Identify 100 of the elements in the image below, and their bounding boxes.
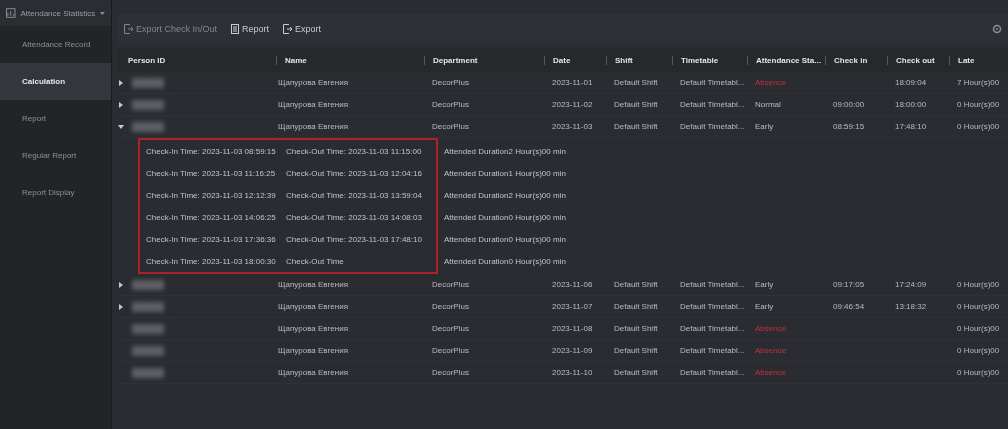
check-in-text: Check-In Time: 2023-11-03 14:06:25 [145, 212, 277, 222]
duration-text: Attended Duration1 Hour(s)00 min [443, 168, 566, 178]
table-cell-text: 0 Hour(s)00 [956, 302, 1001, 311]
table-cell-text: 18:09:04 [894, 78, 928, 87]
sidebar-title: Attendance Statistics [20, 8, 96, 18]
table-cell-text: 2023-11-08 [551, 324, 594, 333]
duration-text: Attended Duration0 Hour(s)00 min [443, 212, 566, 222]
table-cell-text: 2023-11-09 [551, 346, 594, 355]
check-in-text: Check-In Time: 2023-11-03 17:36:36 [145, 234, 277, 244]
table-cell-text: Щапурова Евгения [277, 324, 349, 333]
table-cell-text: DecorPlus [431, 302, 470, 311]
table-cell-text: 2023-11-07 [551, 302, 594, 311]
table-cell-text: 2023-11-01 [551, 78, 594, 87]
sidebar-item[interactable]: Attendance Record [0, 26, 111, 63]
column-header[interactable]: Attendance Sta... [747, 55, 825, 65]
sidebar-item[interactable]: Report Display [0, 174, 111, 211]
table-cell-text: Default Timetabl... [679, 100, 746, 109]
redacted-id [132, 121, 164, 132]
expand-caret-icon[interactable] [118, 79, 124, 86]
table-cell-text: Щапурова Евгения [277, 78, 349, 87]
table-cell-text: 2023-11-06 [551, 280, 594, 289]
check-out-text: Check-Out Time: 2023-11-03 17:48:10 [285, 234, 423, 244]
table-cell-text: DecorPlus [431, 346, 470, 355]
duration-text: Attended Duration0 Hour(s)00 min [443, 234, 566, 244]
check-in-text: Check-In Time: 2023-11-03 11:16:25 [145, 168, 277, 178]
table-cell-text: 0 Hour(s)00 [956, 280, 1001, 289]
table-cell-text: Щапурова Евгения [277, 280, 349, 289]
expand-caret-icon[interactable] [118, 303, 124, 310]
check-out-text: Check-Out Time [285, 256, 345, 266]
status-cell-text: Early [754, 122, 775, 131]
redacted-id [132, 279, 164, 290]
table-cell-text: Default Shift [613, 302, 659, 311]
table-cell-text: 13:18:32 [894, 302, 928, 311]
expand-caret-icon[interactable] [118, 123, 124, 130]
status-cell-text: Early [754, 280, 775, 289]
table-cell-text: Default Timetabl... [679, 78, 746, 87]
status-cell-text: Absence [754, 78, 788, 87]
table-cell-text: Щапурова Евгения [277, 302, 349, 311]
table-cell-text: Default Timetabl... [679, 324, 746, 333]
table-cell-text: 0 Hour(s)00 [956, 100, 1001, 109]
column-header[interactable]: Shift [606, 55, 672, 65]
expand-caret-icon[interactable] [118, 101, 124, 108]
check-out-text: Check-Out Time: 2023-11-03 13:59:04 [285, 190, 423, 200]
check-in-text: Check-In Time: 2023-11-03 08:59:15 [145, 146, 277, 156]
sidebar-item[interactable]: Regular Report [0, 137, 111, 174]
table-cell-text: Default Shift [613, 324, 659, 333]
column-header[interactable]: Timetable [672, 55, 747, 65]
status-cell-text: Absence [754, 324, 788, 333]
column-header[interactable]: Date [544, 55, 606, 65]
report-button[interactable]: Report [229, 24, 272, 34]
expand-caret-icon[interactable] [118, 281, 124, 288]
table-cell-text: 0 Hour(s)00 [956, 122, 1001, 131]
table-cell-text: 2023-11-10 [551, 368, 594, 377]
table-cell-text: Default Timetabl... [679, 368, 746, 377]
table-cell-text: 18:00:00 [894, 100, 928, 109]
document-icon [231, 24, 240, 34]
table-cell-text: Default Shift [613, 122, 659, 131]
table-cell-text: 08:59:15 [832, 122, 866, 131]
table-cell-text: 0 Hour(s)00 [956, 368, 1001, 377]
export-icon [283, 24, 293, 34]
table-cell-text: 17:24:09 [894, 280, 928, 289]
duration-text: Attended Duration2 Hour(s)00 min [443, 190, 566, 200]
status-cell-text: Normal [754, 100, 782, 109]
check-out-text: Check-Out Time: 2023-11-03 11:15:00 [285, 146, 423, 156]
table-cell-text: 2023-11-02 [551, 100, 594, 109]
table-cell-text: DecorPlus [431, 324, 470, 333]
table-cell-text: 2023-11-03 [551, 122, 594, 131]
sidebar-item[interactable]: Calculation [0, 63, 111, 100]
table-cell-text: DecorPlus [431, 78, 470, 87]
check-in-text: Check-In Time: 2023-11-03 18:00:30 [145, 256, 277, 266]
table-cell-text: 17:48:10 [894, 122, 928, 131]
export-button[interactable]: Export [281, 24, 324, 34]
table-cell-text: Default Shift [613, 78, 659, 87]
table-cell-text: Default Shift [613, 280, 659, 289]
column-header[interactable]: Person ID [126, 55, 276, 65]
table-cell-text: Default Timetabl... [679, 346, 746, 355]
table-cell-text: DecorPlus [431, 368, 470, 377]
check-in-text: Check-In Time: 2023-11-03 12:12:39 [145, 190, 277, 200]
sidebar-item[interactable]: Report [0, 100, 111, 137]
column-header[interactable]: Department [424, 55, 544, 65]
table-cell-text: 09:46:54 [832, 302, 866, 311]
column-header[interactable]: Name [276, 55, 424, 65]
table-cell-text: DecorPlus [431, 280, 470, 289]
caret-icon[interactable] [100, 10, 105, 16]
column-header[interactable]: Check in [825, 55, 887, 65]
table-cell-text: Default Timetabl... [679, 122, 746, 131]
table-cell-text: Default Shift [613, 100, 659, 109]
table-cell-text: Щапурова Евгения [277, 368, 349, 377]
column-header[interactable]: Check out [887, 55, 949, 65]
check-out-text: Check-Out Time: 2023-11-03 12:04:16 [285, 168, 423, 178]
redacted-id [132, 301, 164, 312]
status-cell-text: Absence [754, 346, 788, 355]
table-cell-text: DecorPlus [431, 122, 470, 131]
settings-icon[interactable] [992, 24, 1002, 34]
table-cell-text: Default Timetabl... [679, 280, 746, 289]
table-cell-text: 09:00:00 [832, 100, 866, 109]
table-cell-text: Щапурова Евгения [277, 122, 349, 131]
table-cell-text: Default Timetabl... [679, 302, 746, 311]
column-header[interactable]: Late [949, 55, 1008, 65]
duration-text: Attended Duration0 Hour(s)00 min [443, 256, 566, 266]
